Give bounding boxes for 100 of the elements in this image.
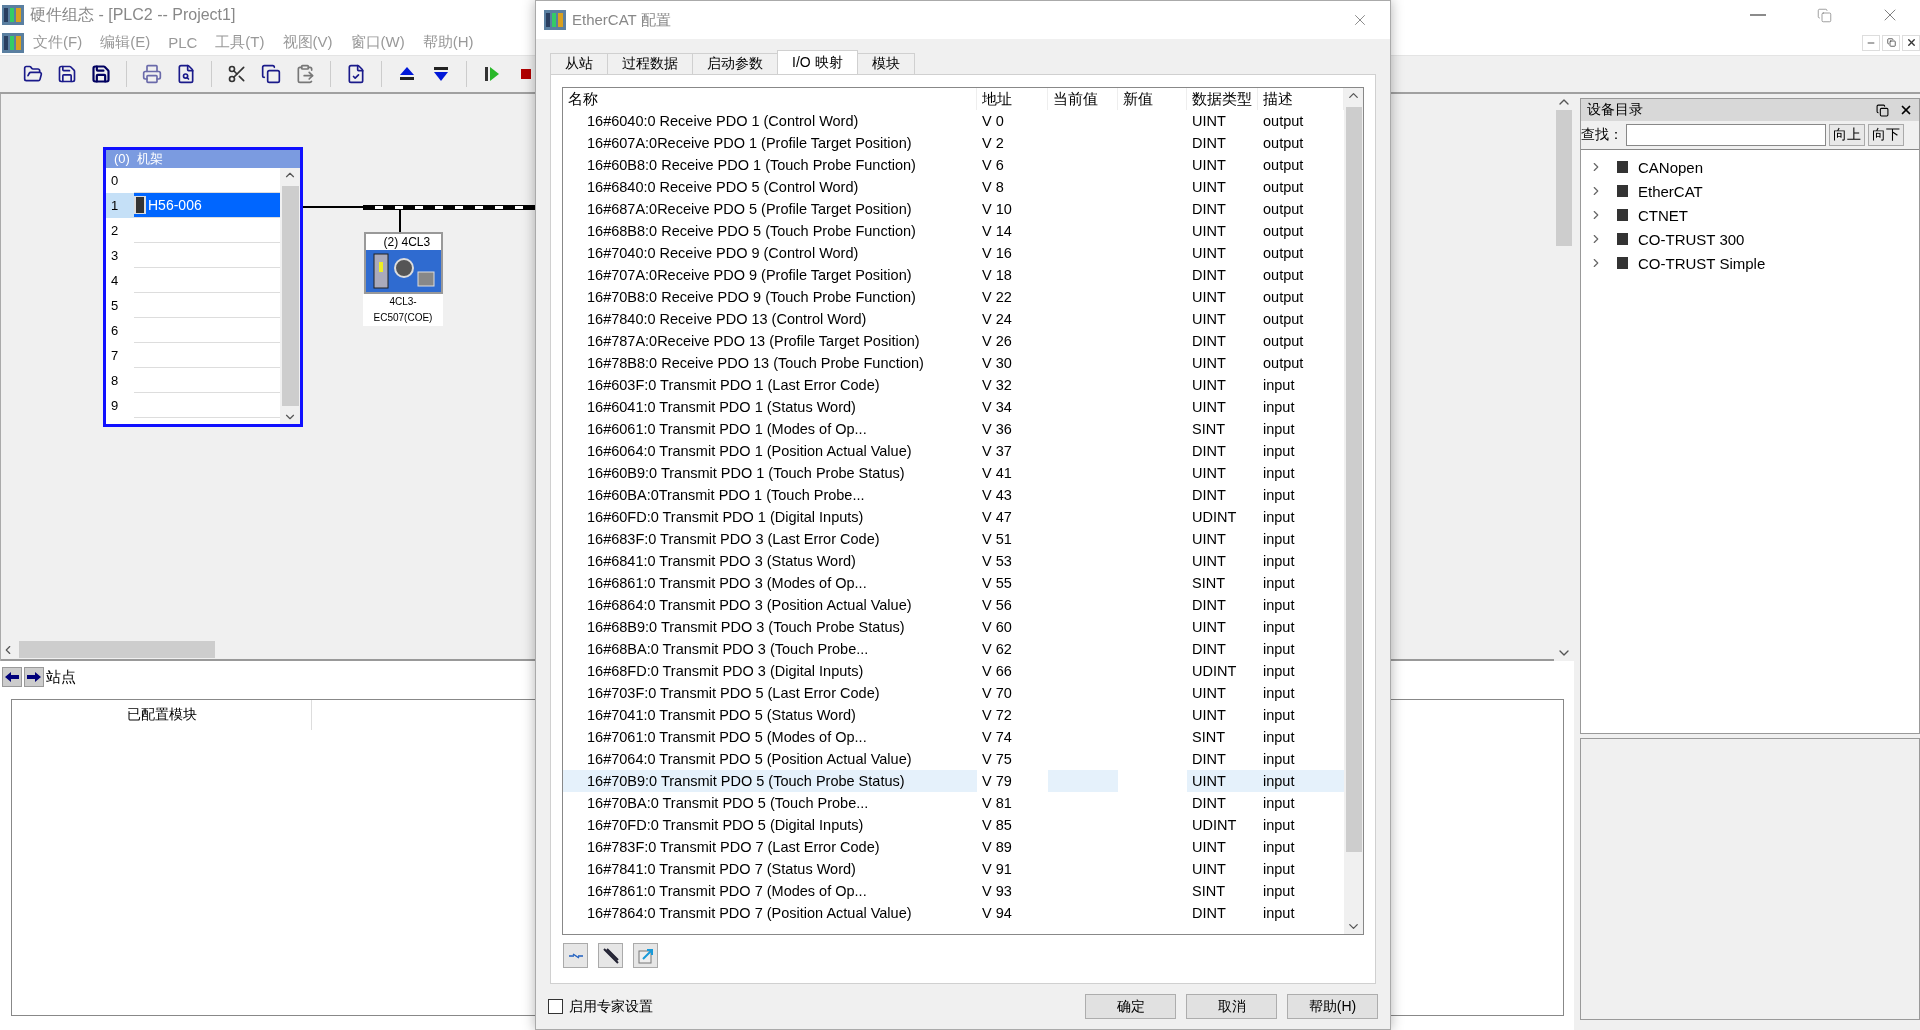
device-icon <box>1617 257 1628 269</box>
table-cell-text: output <box>1262 200 1305 219</box>
table-cell[interactable]: 16#7064:0 Transmit PDO 5 (Position Actual Value) <box>563 748 977 770</box>
device-icon <box>1617 209 1628 221</box>
table-cell[interactable]: 16#68FD:0 Transmit PDO 3 (Digital Inputs) <box>563 660 977 682</box>
scroll-thumb[interactable] <box>1345 107 1362 852</box>
tab[interactable]: 模块 <box>856 53 915 74</box>
column-header: 当前值 <box>1048 88 1118 110</box>
dialog-button[interactable]: 取消 <box>1186 994 1277 1019</box>
table-cell-text: UINT <box>1191 376 1227 395</box>
table-cell-text: UINT <box>1191 178 1227 197</box>
edit-tool-button[interactable] <box>598 943 623 968</box>
table-cell-text: output <box>1262 266 1305 285</box>
table-cell[interactable]: 16#78B8:0 Receive PDO 13 (Touch Probe Function) <box>563 352 977 374</box>
table-cell[interactable]: 16#60B8:0 Receive PDO 1 (Touch Probe Function) <box>563 154 977 176</box>
table-cell[interactable]: 16#68B8:0 Receive PDO 5 (Touch Probe Function) <box>563 220 977 242</box>
table-cell-text: output <box>1262 354 1305 373</box>
scroll-thumb[interactable] <box>19 641 215 658</box>
table-cell-text: UINT <box>1191 838 1227 857</box>
table-cell-text: input <box>1262 508 1296 527</box>
table-cell-text: DINT <box>1191 750 1227 769</box>
table-cell[interactable]: 16#6864:0 Transmit PDO 3 (Position Actual Value) <box>563 594 977 616</box>
table-cell[interactable]: 16#70B8:0 Receive PDO 9 (Touch Probe Function) <box>563 286 977 308</box>
restore-icon[interactable] <box>1876 103 1889 117</box>
table-cell-text: UINT <box>1191 706 1227 725</box>
forward-button[interactable] <box>24 667 44 687</box>
table-cell[interactable]: 16#7061:0 Transmit PDO 5 (Modes of Op... <box>563 726 977 748</box>
table-cell-text: output <box>1262 156 1305 175</box>
tree-item[interactable]: CO-TRUST Simple <box>1638 254 1766 272</box>
table-cell[interactable]: 16#683F:0 Transmit PDO 3 (Last Error Code) <box>563 528 977 550</box>
export-tool-button[interactable] <box>633 943 658 968</box>
table-cell[interactable]: 16#70B9:0 Transmit PDO 5 (Touch Probe Status) <box>563 770 977 792</box>
table-cell[interactable]: 16#7040:0 Receive PDO 9 (Control Word) <box>563 242 977 264</box>
search-field[interactable] <box>1626 124 1826 146</box>
table-cell[interactable]: 16#68BA:0 Transmit PDO 3 (Touch Probe... <box>563 638 977 660</box>
table-cell[interactable]: 16#707A:0Receive PDO 9 (Profile Target Position) <box>563 264 977 286</box>
slot-cell[interactable]: H56-006 <box>134 193 280 218</box>
table-cell[interactable]: 16#6861:0 Transmit PDO 3 (Modes of Op... <box>563 572 977 594</box>
table-cell[interactable]: 16#6840:0 Receive PDO 5 (Control Word) <box>563 176 977 198</box>
table-cell-text: UDINT <box>1191 508 1238 527</box>
scroll-thumb[interactable] <box>281 186 299 406</box>
device-icon <box>1617 185 1628 197</box>
table-cell-text: DINT <box>1191 486 1227 505</box>
table-cell[interactable]: 16#6841:0 Transmit PDO 3 (Status Word) <box>563 550 977 572</box>
table-cell[interactable]: 16#6064:0 Transmit PDO 1 (Position Actual Value) <box>563 440 977 462</box>
table-cell[interactable]: 16#7840:0 Receive PDO 13 (Control Word) <box>563 308 977 330</box>
table-cell-text: DINT <box>1191 640 1227 659</box>
table-cell[interactable]: 16#6061:0 Transmit PDO 1 (Modes of Op... <box>563 418 977 440</box>
table-cell-text: V 81 <box>981 794 1013 813</box>
table-cell[interactable]: 16#783F:0 Transmit PDO 7 (Last Error Code) <box>563 836 977 858</box>
table-cell[interactable]: 16#70BA:0 Transmit PDO 5 (Touch Probe... <box>563 792 977 814</box>
close-icon[interactable] <box>1899 103 1913 117</box>
connector-line <box>399 210 401 232</box>
table-cell-text: V 75 <box>981 750 1013 769</box>
table-cell[interactable]: 16#7841:0 Transmit PDO 7 (Status Word) <box>563 858 977 880</box>
table-cell[interactable]: 16#607A:0Receive PDO 1 (Profile Target Position) <box>563 132 977 154</box>
table-cell[interactable]: 16#70FD:0 Transmit PDO 5 (Digital Inputs) <box>563 814 977 836</box>
table-cell-text: UINT <box>1191 354 1227 373</box>
table-cell-text: output <box>1262 134 1305 153</box>
table-cell[interactable]: 16#7861:0 Transmit PDO 7 (Modes of Op... <box>563 880 977 902</box>
table-cell-text: UINT <box>1191 222 1227 241</box>
table-cell[interactable]: 16#7864:0 Transmit PDO 7 (Position Actual Value) <box>563 902 977 924</box>
checkbox[interactable] <box>548 999 563 1014</box>
table-cell[interactable]: 16#687A:0Receive PDO 5 (Profile Target Position) <box>563 198 977 220</box>
table-cell[interactable]: 16#787A:0Receive PDO 13 (Profile Target Position) <box>563 330 977 352</box>
restore-icon <box>1816 7 1832 23</box>
tree-item[interactable]: CANopen <box>1638 158 1704 176</box>
table-cell-text: UDINT <box>1191 816 1238 835</box>
table-cell-text: V 41 <box>981 464 1013 483</box>
device-node[interactable]: (2) 4CL3 <box>363 232 443 294</box>
table-cell[interactable]: 16#60B9:0 Transmit PDO 1 (Touch Probe Status) <box>563 462 977 484</box>
table-cell-text: UINT <box>1191 112 1227 131</box>
back-button[interactable] <box>2 667 22 687</box>
tree-item[interactable]: EtherCAT <box>1638 182 1703 200</box>
tab[interactable]: I/O 映射 <box>777 50 858 74</box>
table-cell[interactable]: 16#603F:0 Transmit PDO 1 (Last Error Code) <box>563 374 977 396</box>
table-cell[interactable]: 16#60FD:0 Transmit PDO 1 (Digital Inputs) <box>563 506 977 528</box>
right-arrow-icon <box>26 671 42 683</box>
table-cell[interactable]: 16#703F:0 Transmit PDO 5 (Last Error Code) <box>563 682 977 704</box>
table-cell[interactable]: 16#6041:0 Transmit PDO 1 (Status Word) <box>563 396 977 418</box>
scroll-thumb[interactable] <box>1556 110 1572 246</box>
link-tool-button[interactable] <box>563 943 588 968</box>
tab[interactable]: 启动参数 <box>692 53 778 74</box>
dialog-button[interactable]: 确定 <box>1085 994 1176 1019</box>
search-nav-button[interactable]: 向下 <box>1868 124 1904 146</box>
table-cell[interactable]: 16#6040:0 Receive PDO 1 (Control Word) <box>563 110 977 132</box>
table-cell[interactable]: 16#7041:0 Transmit PDO 5 (Status Word) <box>563 704 977 726</box>
dialog-button[interactable]: 帮助(H) <box>1287 994 1378 1019</box>
tab[interactable]: 从站 <box>550 53 608 74</box>
table-cell-text: DINT <box>1191 332 1227 351</box>
device-title: (2) 4CL3 <box>365 234 441 250</box>
table-cell-text: input <box>1262 640 1296 659</box>
tree-item[interactable]: CTNET <box>1638 206 1688 224</box>
search-nav-button[interactable]: 向上 <box>1829 124 1865 146</box>
table-cell[interactable]: 16#60BA:0Transmit PDO 1 (Touch Probe... <box>563 484 977 506</box>
tree-item[interactable]: CO-TRUST 300 <box>1638 230 1745 248</box>
mdi-close-button[interactable] <box>1902 34 1920 51</box>
table-cell[interactable]: 16#68B9:0 Transmit PDO 3 (Touch Probe Status) <box>563 616 977 638</box>
table-cell-text: input <box>1262 486 1296 505</box>
table-cell-text: SINT <box>1191 420 1227 439</box>
